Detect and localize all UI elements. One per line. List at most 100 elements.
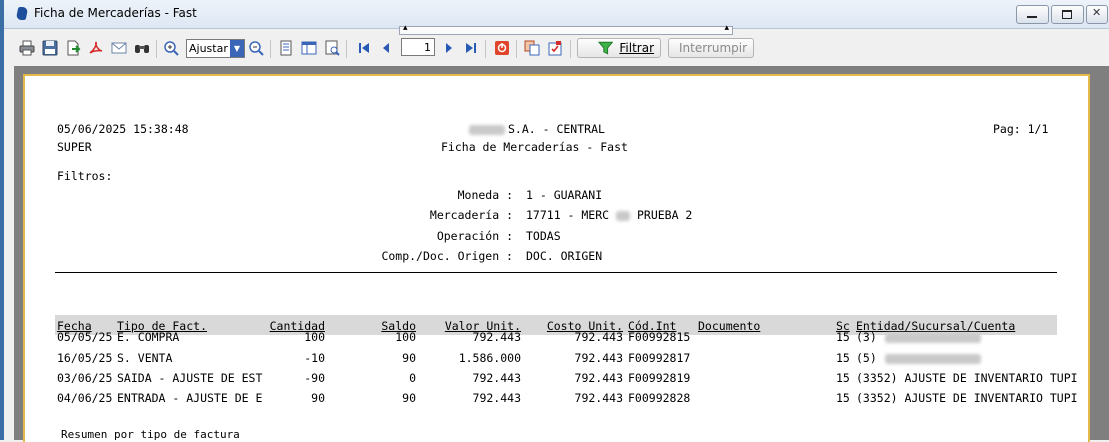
filters-label: Filtros: — [57, 169, 113, 183]
cell-saldo: 90 — [402, 391, 416, 405]
report-page: 05/06/2025 15:38:48 SUPER S.A. - CENTRAL… — [23, 74, 1090, 442]
maximize-button[interactable] — [1051, 5, 1084, 24]
cell-cantidad: -10 — [304, 351, 325, 365]
cell-saldo: 90 — [402, 351, 416, 365]
collapse-right-icon: ▴ — [724, 23, 729, 33]
prev-page-icon — [383, 43, 389, 53]
cell-tipo: E. COMPRA — [117, 330, 180, 344]
tree-icon — [325, 40, 340, 56]
layout-button[interactable] — [300, 39, 318, 57]
first-page-button[interactable] — [355, 39, 373, 57]
page-setup-icon — [280, 40, 292, 56]
report-user: SUPER — [57, 140, 92, 154]
pdf-button[interactable] — [87, 39, 105, 57]
report-title: Ficha de Mercaderías - Fast — [441, 140, 628, 154]
toolbar-separator — [270, 40, 271, 58]
toolbar-separator — [516, 40, 517, 58]
find-button[interactable] — [133, 39, 151, 57]
redacted-entity-name — [884, 332, 981, 343]
tree-button[interactable] — [323, 39, 341, 57]
zoom-select[interactable]: Ajustar a ▼ — [186, 39, 245, 58]
chevron-down-icon: ▼ — [230, 40, 244, 57]
redacted-entity-name — [884, 353, 981, 364]
cell-cod: F00992828 — [628, 391, 691, 405]
filter-label-operacion: Operación : — [436, 229, 513, 243]
entity-code: (3) — [856, 330, 877, 344]
cell-cod: F00992817 — [628, 351, 691, 365]
cell-sc: 15 — [836, 351, 850, 365]
next-page-button[interactable] — [440, 39, 458, 57]
find-icon — [135, 45, 149, 53]
cell-cod: F00992819 — [628, 371, 691, 385]
cell-sc: 15 — [836, 371, 850, 385]
stop-icon — [495, 41, 509, 55]
copy-icon — [524, 40, 540, 56]
cell-valor: 1.586.000 — [458, 351, 521, 365]
copy-button[interactable] — [523, 39, 541, 57]
company-name: S.A. - CENTRAL — [508, 122, 605, 136]
cell-fecha: 16/05/25 — [57, 351, 113, 365]
print-button[interactable] — [18, 39, 36, 57]
cell-saldo: 100 — [395, 330, 416, 344]
cell-costo: 792.443 — [574, 371, 623, 385]
pdf-icon — [89, 41, 103, 54]
filter-button[interactable]: Filtrar — [577, 38, 661, 58]
page-indicator: Pag: 1/1 — [993, 122, 1049, 136]
parameters-icon — [548, 41, 562, 56]
cell-cantidad: -90 — [304, 371, 325, 385]
toolbar-separator — [570, 40, 571, 58]
filter-value-mercaderia-code: 17711 - MERC — [526, 208, 610, 222]
minimize-icon — [1027, 16, 1037, 18]
filter-button-label: Filtrar — [619, 41, 654, 55]
cell-cod: F00992815 — [628, 330, 691, 344]
parameters-button[interactable] — [546, 39, 564, 57]
filter-value-mercaderia-name: PRUEBA 2 — [636, 208, 693, 222]
zoom-in-button[interactable] — [162, 39, 180, 57]
cell-sc: 15 — [836, 391, 850, 405]
stop-report-button[interactable] — [493, 39, 511, 57]
first-page-icon — [359, 43, 369, 53]
layout-icon — [301, 41, 317, 55]
collapse-left-icon: ▴ — [403, 23, 408, 33]
cell-tipo: S. VENTA — [117, 351, 173, 365]
zoom-in-icon — [164, 41, 179, 56]
window-title: Ficha de Mercaderías - Fast — [34, 6, 197, 20]
cell-fecha: 03/06/25 — [57, 371, 113, 385]
export-button[interactable] — [64, 39, 82, 57]
page-setup-button[interactable] — [277, 39, 295, 57]
app-icon — [15, 7, 29, 20]
last-page-button[interactable] — [462, 39, 480, 57]
company-name-redacted — [469, 122, 505, 136]
cell-tipo: ENTRADA - AJUSTE DE E — [117, 391, 263, 405]
last-page-icon — [466, 43, 476, 53]
prev-page-button[interactable] — [377, 39, 395, 57]
cell-cantidad: 100 — [304, 330, 325, 344]
cell-entidad: (3) — [856, 330, 981, 344]
save-button[interactable] — [41, 39, 59, 57]
report-datetime: 05/06/2025 15:38:48 — [57, 122, 189, 136]
cell-costo: 792.443 — [574, 330, 623, 344]
interrupt-button[interactable]: Interrumpir — [668, 38, 754, 58]
collapse-panel-strip[interactable]: ▴ ▴ — [399, 23, 733, 35]
save-icon — [42, 40, 58, 56]
toolbar-separator — [346, 40, 347, 58]
filter-label-origen: Comp./Doc. Origen : — [381, 249, 513, 263]
entity-code: (5) — [856, 351, 877, 365]
report-viewer[interactable]: 05/06/2025 15:38:48 SUPER S.A. - CENTRAL… — [14, 66, 1109, 442]
cell-entidad: (3352) AJUSTE DE INVENTARIO TUPI — [856, 391, 1078, 405]
cell-valor: 792.443 — [472, 391, 521, 405]
cell-cantidad: 90 — [311, 391, 325, 405]
print-icon — [19, 40, 35, 56]
title-bar: Ficha de Mercaderías - Fast ✕ — [4, 0, 1109, 29]
divider — [55, 272, 1057, 273]
close-button[interactable]: ✕ — [1086, 5, 1108, 24]
maximize-icon — [1062, 10, 1072, 19]
cell-tipo: SAIDA - AJUSTE DE EST — [117, 371, 263, 385]
minimize-button[interactable] — [1016, 5, 1049, 24]
zoom-out-button[interactable] — [247, 39, 265, 57]
email-button[interactable] — [110, 39, 128, 57]
page-number-input[interactable]: 1 — [401, 38, 435, 56]
filter-value-moneda: 1 - GUARANI — [526, 188, 603, 202]
cell-valor: 792.443 — [472, 330, 521, 344]
cell-costo: 792.443 — [574, 391, 623, 405]
